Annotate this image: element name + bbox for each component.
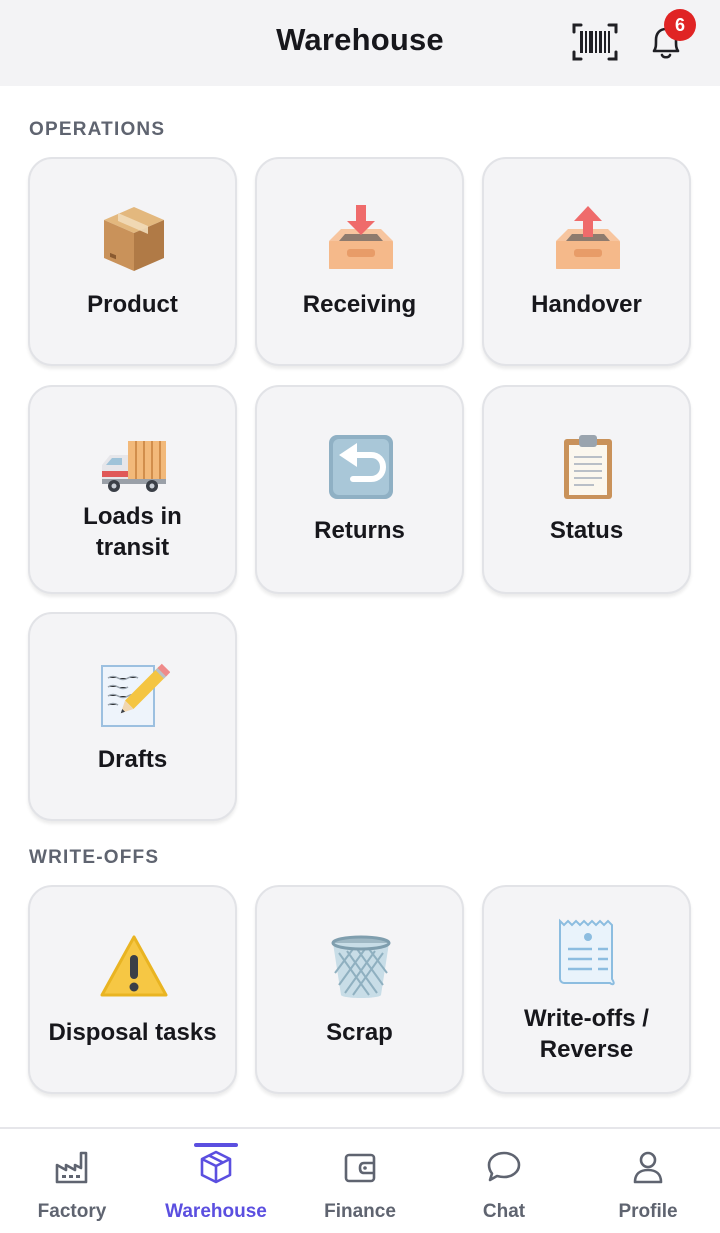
tile-write-offs-reverse[interactable]: Write-offs / Reverse xyxy=(482,885,691,1094)
nav-label: Warehouse xyxy=(165,1201,267,1222)
tile-handover[interactable]: Handover xyxy=(482,157,691,366)
memo-pencil-icon xyxy=(101,663,170,727)
tile-label: Receiving xyxy=(302,291,417,318)
outbox-up-icon xyxy=(556,206,620,269)
tile-label: Disposal tasks xyxy=(48,1019,217,1046)
cube-box-icon xyxy=(200,1150,232,1184)
active-tab-indicator xyxy=(194,1143,238,1147)
tile-label: Status xyxy=(549,517,624,544)
inbox-down-icon xyxy=(329,205,393,269)
tile-label: Drafts xyxy=(97,746,168,773)
nav-item-profile[interactable]: Profile xyxy=(576,1129,720,1233)
tile-label-line2: transit xyxy=(95,534,170,561)
top-app-bar: Warehouse 6 xyxy=(0,0,720,86)
wallet-icon xyxy=(344,1153,376,1183)
barcode-icon xyxy=(572,23,618,61)
tile-returns[interactable]: Returns xyxy=(255,385,464,594)
factory-icon xyxy=(55,1151,88,1184)
delivery-truck-icon xyxy=(102,441,166,492)
nav-label: Finance xyxy=(324,1201,396,1222)
tile-drafts[interactable]: Drafts xyxy=(28,612,237,821)
tile-product[interactable]: Product xyxy=(28,157,237,366)
section-label-write-offs: WRITE-OFFS xyxy=(29,847,160,868)
tile-receiving[interactable]: Receiving xyxy=(255,157,464,366)
chat-bubble-icon xyxy=(487,1151,521,1182)
nav-item-warehouse[interactable]: Warehouse xyxy=(144,1129,288,1233)
nav-item-finance[interactable]: Finance xyxy=(288,1129,432,1233)
tile-loads-in-transit[interactable]: Loads in transit xyxy=(28,385,237,594)
nav-label: Chat xyxy=(482,1201,526,1222)
nav-label: Profile xyxy=(618,1201,678,1222)
tile-status[interactable]: Status xyxy=(482,385,691,594)
section-label-operations: OPERATIONS xyxy=(29,119,166,140)
package-box-icon xyxy=(104,207,164,271)
wastebasket-icon xyxy=(331,935,391,998)
nav-item-factory[interactable]: Factory xyxy=(0,1129,144,1233)
warning-icon xyxy=(100,935,168,997)
clipboard-icon xyxy=(564,435,612,499)
tile-label-line2: Reverse xyxy=(539,1036,634,1063)
person-icon xyxy=(633,1151,663,1184)
notification-badge: 6 xyxy=(664,9,696,41)
tile-disposal-tasks[interactable]: Disposal tasks xyxy=(28,885,237,1094)
tile-label: Returns xyxy=(314,517,405,544)
nav-item-chat[interactable]: Chat xyxy=(432,1129,576,1233)
tile-label: Product xyxy=(87,291,178,318)
tile-scrap[interactable]: Scrap xyxy=(255,885,464,1094)
receipt-icon xyxy=(559,918,615,986)
tile-label-line1: Loads in xyxy=(83,503,182,530)
return-arrow-icon xyxy=(329,435,393,499)
tile-label: Scrap xyxy=(326,1019,393,1046)
tile-label-line1: Write-offs / xyxy=(524,1005,649,1032)
barcode-scan-button[interactable] xyxy=(570,20,620,64)
tile-label: Handover xyxy=(531,291,642,318)
nav-label: Factory xyxy=(37,1201,107,1222)
bottom-navigation: Factory Warehouse Finance Chat Profile xyxy=(0,1127,720,1233)
